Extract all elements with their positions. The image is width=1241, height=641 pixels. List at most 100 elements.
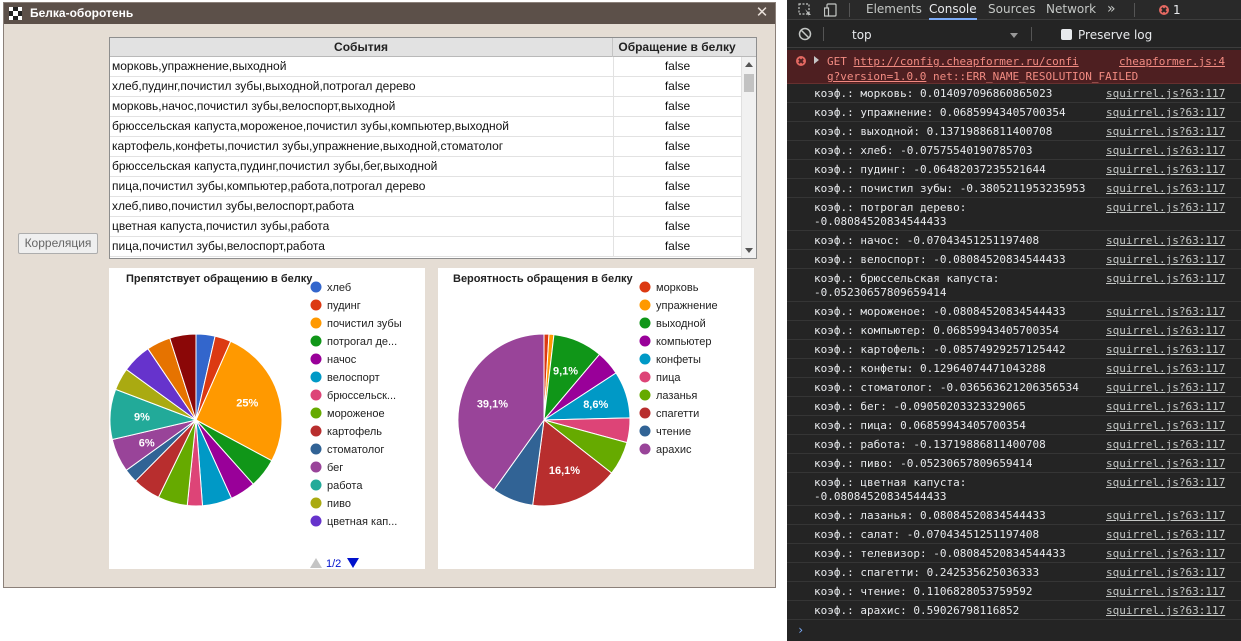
table-scrollbar[interactable] xyxy=(741,57,756,258)
legend-marker xyxy=(639,335,651,347)
error-source-link[interactable]: cheapformer.js:4 xyxy=(1119,54,1237,69)
log-text: коэф.: компьютер: 0.06859943405700354 xyxy=(814,324,1060,337)
chevron-down-icon[interactable] xyxy=(1010,33,1018,38)
scroll-up-icon[interactable] xyxy=(745,62,753,67)
error-count[interactable]: 1 xyxy=(1173,3,1181,17)
log-source-link[interactable]: squirrel.js?63:117 xyxy=(1106,163,1225,177)
legend-marker xyxy=(639,353,651,365)
log-text: коэф.: телевизор: -0.08084520834544433 xyxy=(814,547,1066,560)
tab-elements[interactable]: Elements xyxy=(866,0,922,20)
event-cell: хлеб,пудинг,почистил зубы,выходной,потро… xyxy=(112,79,416,93)
legend-item: конфеты xyxy=(656,354,701,366)
table-row[interactable]: пица,почистил зубы,велоспорт,работа false xyxy=(110,237,741,257)
legend-item: пица xyxy=(656,372,681,384)
log-entry: коэф.: пиво: -0.05230657809659414 squirre… xyxy=(787,454,1241,473)
table-row[interactable]: брюссельская капуста,мороженое,почистил … xyxy=(110,117,741,137)
preserve-log-checkbox[interactable] xyxy=(1061,29,1072,40)
log-source-link[interactable]: squirrel.js?63:117 xyxy=(1106,419,1225,433)
close-icon[interactable]: ✕ xyxy=(754,4,770,22)
log-source-link[interactable]: squirrel.js?63:117 xyxy=(1106,87,1225,101)
tab-network[interactable]: Network xyxy=(1046,0,1096,20)
log-source-link[interactable]: squirrel.js?63:117 xyxy=(1106,566,1225,580)
log-source-link[interactable]: squirrel.js?63:117 xyxy=(1106,201,1225,215)
clear-console-icon[interactable] xyxy=(798,27,812,41)
legend-marker xyxy=(310,335,322,347)
log-source-link[interactable]: squirrel.js?63:117 xyxy=(1106,362,1225,376)
table-row[interactable]: морковь,начос,почистил зубы,велоспорт,вы… xyxy=(110,97,741,117)
event-cell: пица,почистил зубы,компьютер,работа,потр… xyxy=(112,179,426,193)
error-count-icon[interactable] xyxy=(1159,5,1169,15)
log-source-link[interactable]: squirrel.js?63:117 xyxy=(1106,509,1225,523)
table-row[interactable]: хлеб,пиво,почистил зубы,велоспорт,работа… xyxy=(110,197,741,217)
log-source-link[interactable]: squirrel.js?63:117 xyxy=(1106,272,1225,286)
tab-console[interactable]: Console xyxy=(929,0,977,20)
log-source-link[interactable]: squirrel.js?63:117 xyxy=(1106,585,1225,599)
scroll-thumb[interactable] xyxy=(744,74,754,92)
context-select[interactable]: top xyxy=(852,28,872,42)
log-source-link[interactable]: squirrel.js?63:117 xyxy=(1106,476,1225,490)
log-source-link[interactable]: squirrel.js?63:117 xyxy=(1106,381,1225,395)
toolbar-divider xyxy=(823,27,824,41)
table-row[interactable]: хлеб,пудинг,почистил зубы,выходной,потро… xyxy=(110,77,741,97)
table-row[interactable]: картофель,конфеты,почистил зубы,упражнен… xyxy=(110,137,741,157)
log-source-link[interactable]: squirrel.js?63:117 xyxy=(1106,457,1225,471)
legend-marker xyxy=(310,317,322,329)
legend-next-icon[interactable] xyxy=(347,558,359,568)
device-toolbar-icon[interactable] xyxy=(824,3,839,17)
window-titlebar[interactable]: Белка-оборотень ✕ xyxy=(4,3,775,24)
log-text: коэф.: брюссельская капуста: -0.05230657… xyxy=(814,272,1000,299)
log-entry: коэф.: арахис: 0.59026798116852 squirrel.… xyxy=(787,601,1241,620)
log-entry: коэф.: чтение: 0.1106828053759592 squirre… xyxy=(787,582,1241,601)
legend-marker xyxy=(310,461,322,473)
table-row[interactable]: пица,почистил зубы,компьютер,работа,потр… xyxy=(110,177,741,197)
log-source-link[interactable]: squirrel.js?63:117 xyxy=(1106,324,1225,338)
result-cell: false xyxy=(613,137,741,157)
event-cell: хлеб,пиво,почистил зубы,велоспорт,работа xyxy=(112,199,355,213)
log-source-link[interactable]: squirrel.js?63:117 xyxy=(1106,343,1225,357)
result-cell: false xyxy=(613,57,741,77)
table-row[interactable]: брюссельская капуста,пудинг,почистил зуб… xyxy=(110,157,741,177)
log-source-link[interactable]: squirrel.js?63:117 xyxy=(1106,400,1225,414)
column-header-result[interactable]: Обращение в белку xyxy=(613,38,741,57)
log-text: коэф.: цветная капуста: -0.0808452083454… xyxy=(814,476,967,503)
devtools-tabbar: Elements Console Sources Network » 1 xyxy=(787,0,1241,20)
legend-marker xyxy=(639,281,651,293)
legend-marker xyxy=(310,407,322,419)
log-source-link[interactable]: squirrel.js?63:117 xyxy=(1106,125,1225,139)
log-source-link[interactable]: squirrel.js?63:117 xyxy=(1106,305,1225,319)
log-source-link[interactable]: squirrel.js?63:117 xyxy=(1106,547,1225,561)
console-prompt-icon[interactable]: › xyxy=(797,623,804,637)
legend-prev-icon[interactable] xyxy=(310,558,322,568)
log-source-link[interactable]: squirrel.js?63:117 xyxy=(1106,253,1225,267)
correlation-button[interactable]: Корреляция xyxy=(18,233,98,254)
column-header-events[interactable]: События xyxy=(110,38,613,57)
table-row[interactable]: морковь,упражнение,выходной false xyxy=(110,57,741,77)
log-entry: коэф.: спагетти: 0.242535625036333 squirr… xyxy=(787,563,1241,582)
inspect-icon[interactable] xyxy=(798,3,813,17)
table-row[interactable]: цветная капуста,почистил зубы,работа fals… xyxy=(110,217,741,237)
log-source-link[interactable]: squirrel.js?63:117 xyxy=(1106,438,1225,452)
tab-sources[interactable]: Sources xyxy=(988,0,1035,20)
event-cell: морковь,упражнение,выходной xyxy=(112,59,287,73)
log-source-link[interactable]: squirrel.js?63:117 xyxy=(1106,144,1225,158)
log-text: коэф.: картофель: -0.08574929257125442 xyxy=(814,343,1066,356)
log-source-link[interactable]: squirrel.js?63:117 xyxy=(1106,234,1225,248)
expand-caret-icon[interactable] xyxy=(814,56,819,64)
scroll-down-icon[interactable] xyxy=(745,248,753,253)
log-entry: коэф.: стоматолог: -0.036563621206356534… xyxy=(787,378,1241,397)
more-tabs-icon[interactable]: » xyxy=(1107,0,1116,20)
log-source-link[interactable]: squirrel.js?63:117 xyxy=(1106,604,1225,618)
event-cell: пица,почистил зубы,велоспорт,работа xyxy=(112,239,325,253)
log-text: коэф.: лазанья: 0.08084520834544433 xyxy=(814,509,1046,522)
error-message: GET http://config.cheapformer.ru/confi g… xyxy=(787,50,1241,84)
legend-marker xyxy=(639,389,651,401)
event-cell: картофель,конфеты,почистил зубы,упражнен… xyxy=(112,139,504,153)
log-list: коэф.: морковь: 0.014097096860865023 squi… xyxy=(787,84,1241,620)
event-cell: брюссельская капуста,мороженое,почистил … xyxy=(112,119,510,133)
log-source-link[interactable]: squirrel.js?63:117 xyxy=(1106,182,1225,196)
log-entry: коэф.: велоспорт: -0.08084520834544433 sq… xyxy=(787,250,1241,269)
slice-label: 9% xyxy=(134,411,150,423)
legend-item: мороженое xyxy=(327,408,385,420)
log-source-link[interactable]: squirrel.js?63:117 xyxy=(1106,528,1225,542)
log-source-link[interactable]: squirrel.js?63:117 xyxy=(1106,106,1225,120)
